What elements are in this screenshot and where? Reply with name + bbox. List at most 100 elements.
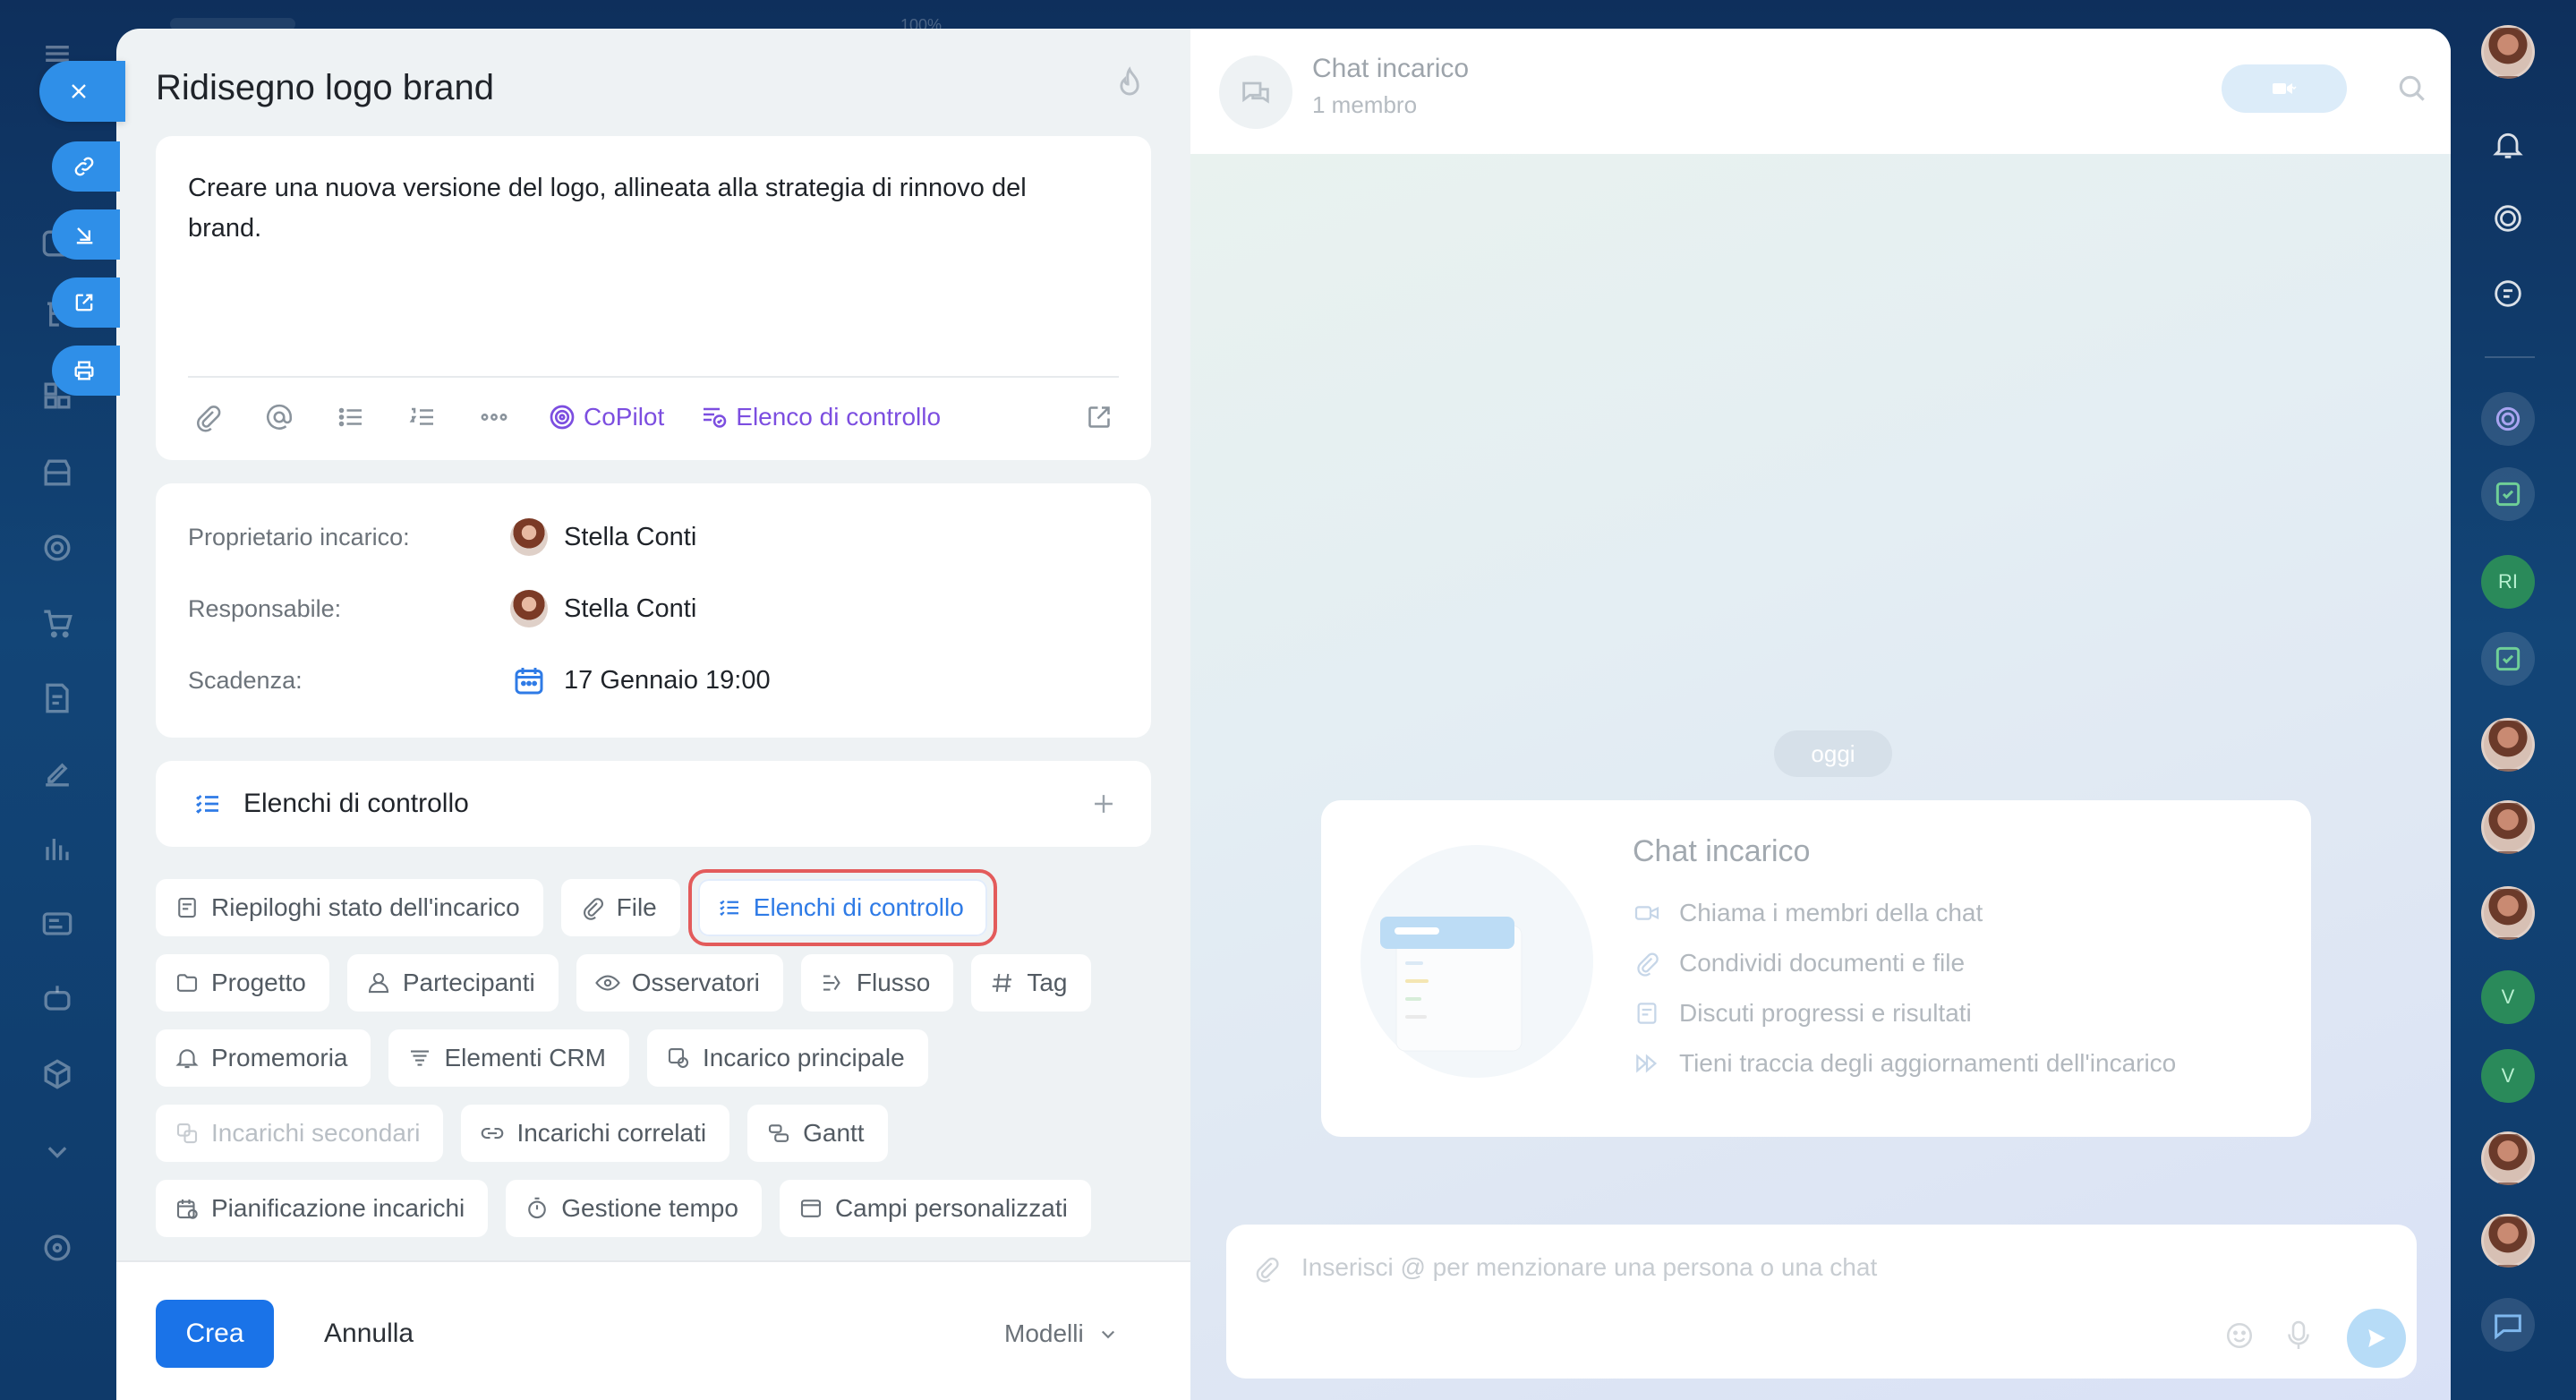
minimize-button[interactable] (52, 209, 120, 260)
description-text[interactable]: Creare una nuova versione del logo, alli… (188, 168, 1101, 249)
print-button[interactable] (52, 346, 120, 396)
inbox-icon[interactable] (38, 453, 77, 492)
chip-checklists[interactable]: Elenchi di controllo (697, 879, 987, 936)
link-icon (482, 1127, 504, 1140)
message-input[interactable]: Inserisci @ per menzionare una persona o… (1301, 1253, 1877, 1282)
field-chips: Riepiloghi stato dell'incarico File Elen… (156, 869, 1158, 1255)
sign-icon[interactable] (38, 754, 77, 793)
welcome-feature-item: Discuti progressi e risultati (1633, 988, 2176, 1038)
chip-time-tracking[interactable]: Gestione tempo (506, 1180, 762, 1237)
chip-related[interactable]: Incarichi correlati (461, 1105, 730, 1162)
more-icon[interactable] (474, 397, 514, 437)
search-icon[interactable] (2395, 72, 2429, 106)
forward-icon (1636, 1054, 1658, 1073)
messages-icon[interactable] (2481, 1298, 2535, 1352)
group-avatar[interactable] (2481, 718, 2535, 772)
box-icon[interactable] (38, 1054, 77, 1094)
responsible-label: Responsabile: (188, 594, 342, 622)
chip-custom-fields[interactable]: Campi personalizzati (779, 1180, 1091, 1237)
close-button[interactable] (39, 61, 125, 122)
task-chat-icon[interactable] (2481, 467, 2535, 521)
deadline-value[interactable]: 17 Gennaio 19:00 (510, 662, 771, 699)
chip-summary[interactable]: Riepiloghi stato dell'incarico (156, 879, 543, 936)
chip-planning[interactable]: Pianificazione incarichi (156, 1180, 489, 1237)
chip-participants[interactable]: Partecipanti (346, 954, 559, 1012)
chevron-down-icon (1101, 1330, 1114, 1339)
chat-members[interactable]: 1 membro (1312, 91, 1417, 119)
user-avatar[interactable] (2481, 25, 2535, 79)
close-icon (72, 84, 86, 98)
bullet-list-icon[interactable] (331, 397, 371, 437)
chip-label: Osservatori (631, 969, 760, 996)
add-checklist-button[interactable]: Elenco di controllo (698, 401, 941, 433)
chip-crm[interactable]: Elementi CRM (388, 1029, 629, 1087)
mention-icon[interactable] (260, 397, 299, 437)
chip-parent-task[interactable]: Incarico principale (646, 1029, 928, 1087)
chevron-down-icon[interactable] (38, 1131, 77, 1171)
contact-avatar[interactable] (2481, 1131, 2535, 1185)
external-link-icon[interactable] (1079, 397, 1119, 437)
date-divider: oggi (1774, 730, 1892, 777)
add-checklist-label: Elenco di controllo (736, 403, 942, 431)
plus-icon[interactable] (1088, 789, 1119, 819)
responsible-value[interactable]: Stella Conti (510, 590, 696, 627)
eye-icon (594, 975, 620, 991)
welcome-title: Chat incarico (1633, 834, 1811, 868)
chip-project[interactable]: Progetto (156, 954, 329, 1012)
chat-initials-v[interactable]: V (2481, 1049, 2535, 1103)
chip-observers[interactable]: Osservatori (576, 954, 783, 1012)
chip-label: File (616, 893, 657, 921)
contact-avatar[interactable] (2481, 800, 2535, 854)
chat-initials-ri[interactable]: RI (2481, 555, 2535, 609)
contact-avatar[interactable] (2481, 886, 2535, 940)
copy-link-button[interactable] (52, 141, 120, 192)
chip-flow[interactable]: Flusso (800, 954, 954, 1012)
chat-initials-v[interactable]: V (2481, 970, 2535, 1024)
copilot-chat-icon[interactable] (2481, 392, 2535, 446)
attach-icon (583, 898, 603, 920)
robot-icon[interactable] (38, 979, 77, 1019)
chip-gantt[interactable]: Gantt (747, 1105, 888, 1162)
create-button[interactable]: Crea (156, 1300, 274, 1368)
attach-icon[interactable] (1251, 1253, 1282, 1284)
copilot-button[interactable]: CoPilot (546, 401, 664, 433)
chip-label: Gestione tempo (561, 1194, 738, 1222)
attach-icon[interactable] (188, 397, 227, 437)
send-button[interactable] (2347, 1309, 2406, 1368)
owner-value[interactable]: Stella Conti (510, 518, 696, 556)
chip-file[interactable]: File (560, 879, 680, 936)
newspaper-icon[interactable] (38, 904, 77, 943)
checklist-section: Elenchi di controllo (156, 761, 1151, 847)
chip-reminder[interactable]: Promemoria (156, 1029, 371, 1087)
chat-search-icon[interactable] (2481, 267, 2535, 320)
rail-divider (2485, 356, 2535, 358)
document-edit-icon[interactable] (38, 679, 77, 718)
notifications-icon[interactable] (2481, 118, 2535, 172)
cancel-button[interactable]: Annulla (324, 1300, 414, 1368)
parent-task-icon (668, 1047, 689, 1069)
task-title[interactable]: Ridisegno logo brand (156, 68, 494, 108)
target-icon[interactable] (38, 528, 77, 568)
numbered-list-icon[interactable] (403, 397, 442, 437)
chip-tag[interactable]: Tag (971, 954, 1091, 1012)
templates-dropdown[interactable]: Modelli (1004, 1300, 1122, 1368)
cart-icon[interactable] (38, 603, 77, 643)
microphone-icon[interactable] (2282, 1318, 2315, 1353)
avatar (510, 518, 548, 556)
analytics-icon[interactable] (38, 829, 77, 868)
open-new-window-button[interactable] (52, 277, 120, 328)
user-icon (368, 972, 388, 994)
task-chat-icon[interactable] (2481, 632, 2535, 686)
responsible-name: Stella Conti (564, 593, 697, 623)
settings-icon[interactable] (38, 1228, 77, 1268)
flame-icon[interactable] (1110, 64, 1149, 104)
owner-label: Proprietario incarico: (188, 523, 410, 551)
video-call-button[interactable] (2222, 64, 2347, 113)
chip-label: Incarico principale (702, 1044, 905, 1071)
contact-avatar[interactable] (2481, 1214, 2535, 1268)
copilot-icon[interactable] (2481, 192, 2535, 245)
emoji-icon[interactable] (2223, 1319, 2256, 1352)
link-icon (74, 157, 94, 176)
welcome-feature-text: Chiama i membri della chat (1679, 899, 1983, 926)
external-link-icon (75, 294, 93, 312)
